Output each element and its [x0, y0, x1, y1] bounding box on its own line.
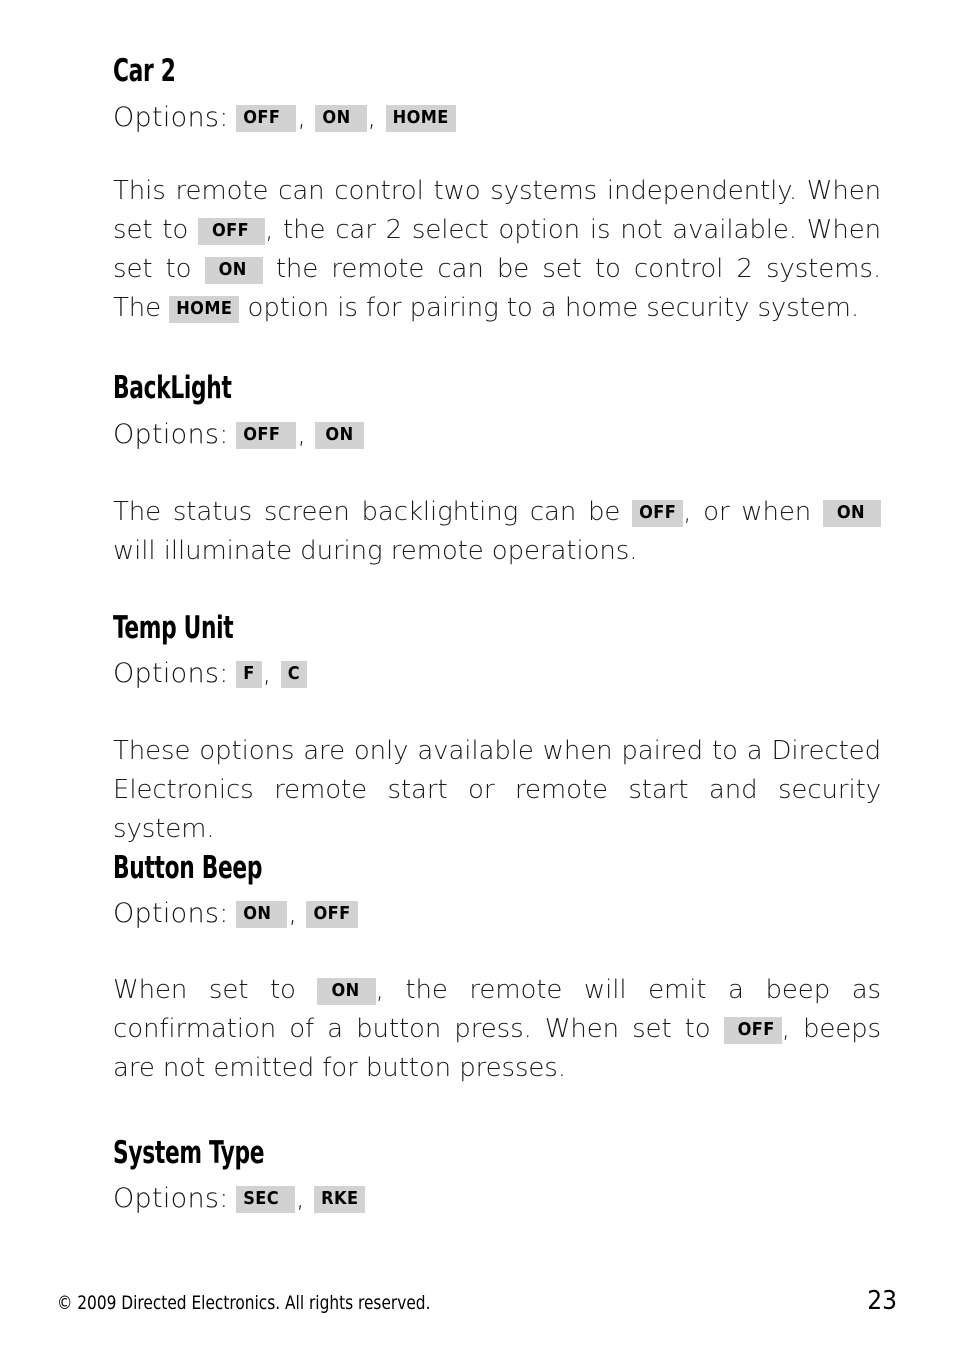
section-heading-car-2: Car 2 [113, 53, 176, 89]
footer-copyright: © 2009 Directed Electronics. All rights … [57, 1292, 431, 1314]
inline-badge-on[interactable]: ON [317, 978, 376, 1005]
body-paragraph-car-2: This remote can control two systems inde… [113, 172, 881, 328]
inline-badge-off[interactable]: OFF [632, 500, 684, 527]
footer-page-number: 23 [867, 1286, 897, 1316]
inline-badge-on[interactable]: ON [822, 500, 881, 527]
options-comma: , [297, 102, 306, 133]
section-heading-backlight: BackLight [113, 370, 232, 406]
section-system-type: System Type [113, 1136, 881, 1170]
option-badge-temp-unit-c[interactable]: C [280, 661, 308, 688]
page-footer: © 2009 Directed Electronics. All rights … [57, 1286, 897, 1320]
section-heading-temp-unit: Temp Unit [113, 610, 234, 646]
option-badge-car-2-off[interactable]: OFF [236, 105, 297, 132]
inline-badge-on[interactable]: ON [204, 257, 263, 284]
section-backlight: BackLight [113, 371, 881, 405]
option-badge-backlight-on[interactable]: ON [315, 422, 364, 449]
options-comma: , [288, 898, 297, 929]
option-badge-car-2-home[interactable]: HOME [385, 105, 456, 132]
body-text: , or when [683, 497, 823, 527]
option-badge-system-type-sec[interactable]: SEC [236, 1186, 296, 1213]
option-badge-backlight-off[interactable]: OFF [236, 422, 297, 449]
body-text: option is for pairing to a home security… [239, 293, 860, 323]
options-label-button-beep: Options: [113, 898, 229, 929]
options-row-car-2: Options: OFF, ON, HOME [113, 100, 881, 135]
inline-badge-home[interactable]: HOME [169, 296, 240, 323]
options-row-button-beep: Options: ON, OFF [113, 896, 881, 931]
option-badge-temp-unit-f[interactable]: F [236, 661, 262, 688]
section-car-2: Car 2 [113, 54, 881, 88]
document-page: Car 2 Options: OFF, ON, HOME This remote… [0, 0, 954, 1359]
options-comma: , [262, 658, 272, 689]
options-row-backlight: Options: OFF, ON [113, 417, 881, 452]
inline-badge-off[interactable]: OFF [723, 1017, 782, 1044]
body-paragraph-button-beep: When set to ON, the remote will emit a b… [113, 971, 881, 1088]
body-paragraph-backlight: The status screen backlighting can be OF… [113, 493, 881, 571]
option-badge-system-type-rke[interactable]: RKE [314, 1186, 366, 1213]
options-comma: , [367, 102, 377, 133]
option-badge-button-beep-on[interactable]: ON [236, 901, 288, 928]
section-heading-button-beep: Button Beep [113, 850, 263, 886]
option-badge-button-beep-off[interactable]: OFF [306, 901, 358, 928]
inline-badge-off[interactable]: OFF [197, 218, 266, 245]
options-comma: , [297, 419, 306, 450]
section-temp-unit: Temp Unit [113, 611, 881, 645]
body-text: These options are only available when pa… [113, 736, 881, 844]
options-label-temp-unit: Options: [113, 658, 229, 689]
body-text: will illuminate during remote operations… [113, 536, 638, 566]
section-heading-system-type: System Type [113, 1135, 265, 1171]
options-comma: , [296, 1183, 305, 1214]
options-label-system-type: Options: [113, 1183, 229, 1214]
options-label-car-2: Options: [113, 102, 229, 133]
options-row-system-type: Options: SEC, RKE [113, 1181, 881, 1216]
options-row-temp-unit: Options: F, C [113, 656, 881, 691]
options-label-backlight: Options: [113, 419, 229, 450]
body-text: When set to [113, 975, 318, 1005]
body-paragraph-temp-unit: These options are only available when pa… [113, 732, 881, 849]
option-badge-car-2-on[interactable]: ON [315, 105, 367, 132]
section-button-beep: Button Beep [113, 851, 881, 885]
body-text: The status screen backlighting can be [113, 497, 633, 527]
